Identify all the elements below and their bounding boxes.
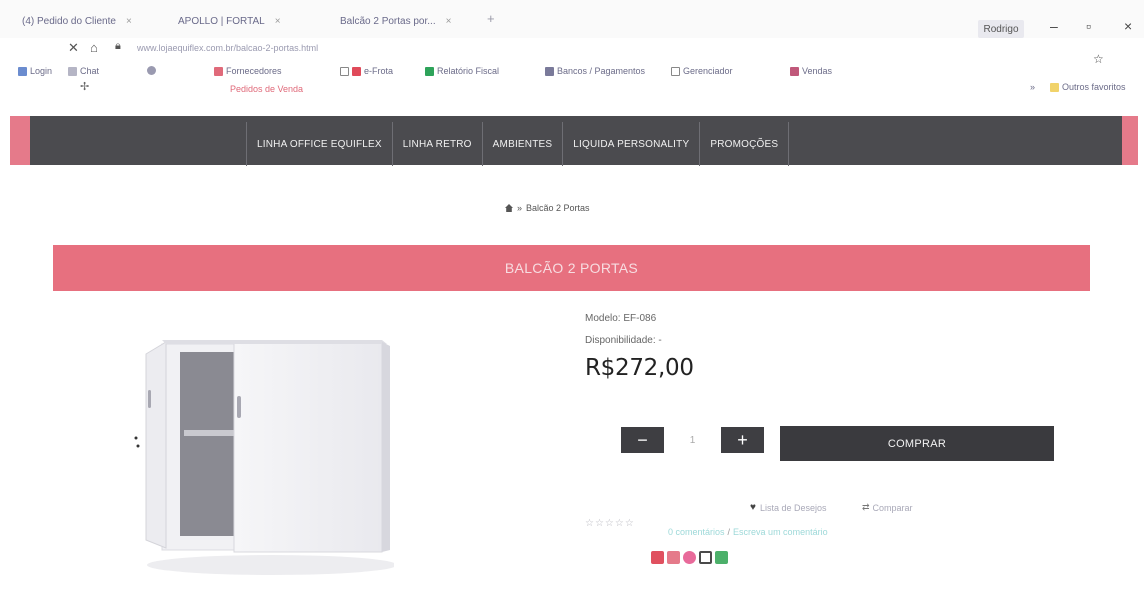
bookmark-item[interactable]: Fornecedores — [214, 66, 282, 76]
compare-link[interactable]: ⇄ Comparar — [862, 502, 913, 513]
menu-item-liquida[interactable]: LIQUIDA PERSONALITY — [562, 122, 699, 166]
bookmark-sub-label: Pedidos de Venda — [230, 84, 304, 94]
bookmark-label: Outros favoritos — [1062, 82, 1126, 92]
tab-label: (4) Pedido do Cliente — [22, 15, 116, 27]
chart-icon — [425, 66, 434, 76]
home-icon[interactable] — [505, 204, 513, 212]
bookmark-label: e-Frota — [364, 66, 394, 76]
more-bookmarks-icon[interactable]: » — [1030, 82, 1035, 92]
browser-tab-3[interactable]: Balcão 2 Portas por... × — [340, 11, 451, 31]
breadcrumb: » Balcão 2 Portas — [505, 203, 590, 213]
product-availability: Disponibilidade: - — [585, 335, 662, 346]
share-buttons — [651, 551, 728, 564]
share-email-icon[interactable] — [715, 551, 728, 564]
bookmark-item[interactable]: Chat — [68, 66, 99, 76]
page-title: BALCÃO 2 PORTAS — [504, 260, 639, 276]
lock-icon: 🔒︎ — [115, 40, 121, 52]
menu-item-ambientes[interactable]: AMBIENTES — [481, 122, 563, 166]
grid-icon — [545, 66, 554, 76]
write-review-link[interactable]: Escreva um comentário — [733, 527, 828, 537]
qty-decrease-button[interactable]: − — [621, 427, 664, 453]
heart-icon: ♥ — [750, 502, 756, 513]
bookmark-item[interactable]: Relatório Fiscal — [425, 66, 499, 76]
bookmark-label: Bancos / Pagamentos — [557, 66, 646, 76]
close-window-icon[interactable]: × — [1124, 18, 1132, 34]
menu-item-linha-office[interactable]: LINHA OFFICE EQUIFLEX — [246, 122, 392, 166]
pdf-icon — [352, 66, 361, 76]
product-price: R$272,00 — [585, 355, 694, 381]
swirl-icon — [147, 66, 156, 75]
product-model: Modelo: EF-086 — [585, 313, 657, 324]
bookmark-item[interactable]: Outros favoritos — [1050, 82, 1126, 92]
bookmark-item[interactable]: Vendas — [790, 66, 832, 76]
pin-icon: ✢ — [80, 81, 90, 93]
document-icon — [671, 66, 680, 76]
share-pinterest-icon[interactable] — [683, 551, 696, 564]
wishlist-link[interactable]: ♥ Lista de Desejos — [750, 502, 826, 513]
product-image[interactable] — [132, 330, 394, 590]
apps-icon — [18, 66, 27, 76]
close-icon[interactable]: × — [126, 16, 132, 27]
close-icon[interactable]: × — [275, 16, 281, 27]
breadcrumb-current[interactable]: Balcão 2 Portas — [526, 203, 590, 213]
bookmark-item[interactable]: Chat — [147, 66, 159, 75]
minimize-icon[interactable]: – — [1050, 18, 1058, 34]
quantity-input[interactable] — [666, 427, 719, 453]
bookmark-label: Fornecedores — [226, 66, 282, 76]
share-facebook-icon[interactable] — [667, 551, 680, 564]
new-tab-icon[interactable]: + — [487, 11, 495, 26]
close-icon[interactable]: × — [446, 16, 452, 27]
reviews-links: 0 comentários / Escreva um comentário — [668, 527, 828, 537]
document-icon — [340, 66, 349, 76]
reload-icon[interactable]: ✕ — [68, 40, 79, 56]
menu-item-promocoes[interactable]: PROMOÇÕES — [699, 122, 790, 166]
bookmark-label: Vendas — [802, 66, 833, 76]
folder-icon — [1050, 82, 1059, 92]
share-print-icon[interactable] — [699, 551, 712, 564]
heart-icon — [790, 66, 799, 76]
compare-label: Comparar — [872, 502, 913, 513]
menu-item-linha-retro[interactable]: LINHA RETRO — [391, 122, 482, 166]
browser-tabbar — [0, 0, 1144, 38]
maximize-icon[interactable]: ▫ — [1086, 18, 1091, 34]
tab-label: APOLLO | FORTAL — [178, 15, 265, 27]
heart-icon — [214, 66, 223, 76]
bookmark-item[interactable]: Bancos / Pagamentos — [545, 66, 645, 76]
compare-icon: ⇄ — [862, 502, 870, 512]
main-menu: LINHA OFFICE EQUIFLEX LINHA RETRO AMBIEN… — [246, 122, 790, 166]
bookmark-label: Gerenciador — [683, 66, 733, 76]
url-input[interactable]: www.lojaequiflex.com.br/balcao-2-portas.… — [137, 43, 318, 53]
wishlist-label: Lista de Desejos — [759, 502, 827, 513]
bookmark-label: Chat — [80, 66, 100, 76]
profile-button[interactable]: Rodrigo — [978, 20, 1024, 38]
tab-label: Balcão 2 Portas por... — [340, 15, 436, 27]
bookmark-label: Login — [30, 66, 53, 76]
product-title-bar: BALCÃO 2 PORTAS — [53, 245, 1090, 291]
bookmark-item[interactable]: Gerenciador — [671, 66, 733, 76]
bookmark-item[interactable]: Login — [18, 66, 52, 76]
home-icon[interactable]: ⌂ — [90, 40, 98, 55]
breadcrumb-separator: » — [517, 203, 523, 213]
browser-tab-1[interactable]: (4) Pedido do Cliente × — [22, 11, 132, 31]
star-icon — [68, 66, 77, 76]
reviews-count-link[interactable]: 0 comentários — [668, 527, 725, 537]
bookmark-label: Relatório Fiscal — [437, 66, 500, 76]
bookmark-item[interactable]: e-Frota — [340, 66, 393, 76]
browser-tab-2[interactable]: APOLLO | FORTAL × — [178, 11, 281, 31]
qty-increase-button[interactable]: + — [721, 427, 764, 453]
share-google-icon[interactable] — [651, 551, 664, 564]
buy-button[interactable]: COMPRAR — [780, 426, 1054, 461]
rating-stars: ☆☆☆☆☆ — [585, 518, 635, 529]
